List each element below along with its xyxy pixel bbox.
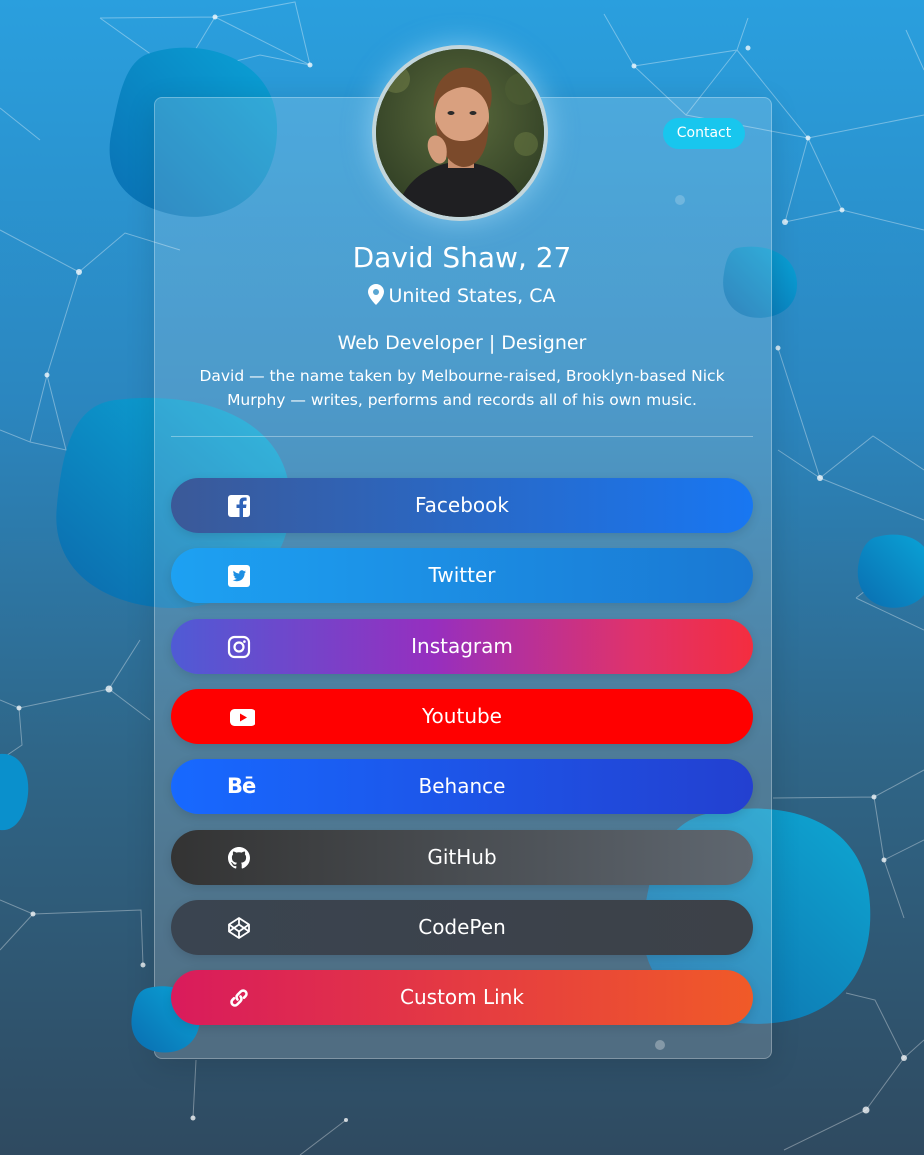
blob-right-middle — [857, 534, 924, 608]
profile-photo-icon — [376, 49, 544, 217]
github-icon — [228, 847, 250, 869]
facebook-link-button[interactable]: Facebook — [171, 478, 753, 533]
profile-avatar — [372, 45, 548, 221]
profile-role: Web Developer | Designer — [337, 332, 587, 354]
profile-location: United States, CA — [154, 283, 770, 309]
profile-name: David Shaw, 27 — [352, 241, 572, 274]
github-link-label: GitHub — [427, 845, 497, 869]
behance-link-label: Behance — [418, 774, 506, 798]
contact-button[interactable]: Contact — [663, 118, 745, 149]
map-pin-icon — [368, 284, 385, 305]
behance-icon: Bē — [227, 774, 256, 798]
profile-bio: David — the name taken by Melbourne-rais… — [199, 367, 725, 409]
behance-link-button[interactable]: Bē Behance — [171, 759, 753, 814]
location-text: United States, CA — [388, 285, 556, 307]
instagram-link-button[interactable]: Instagram — [171, 619, 753, 674]
custom-link-label: Custom Link — [400, 985, 524, 1009]
youtube-link-label: Youtube — [422, 704, 502, 728]
facebook-link-label: Facebook — [415, 493, 509, 517]
link-icon — [230, 989, 248, 1007]
twitter-link-button[interactable]: Twitter — [171, 548, 753, 603]
facebook-icon — [228, 495, 250, 517]
codepen-icon — [228, 917, 250, 939]
codepen-link-button[interactable]: CodePen — [171, 900, 753, 955]
codepen-link-label: CodePen — [418, 915, 506, 939]
twitter-icon — [228, 565, 250, 587]
blob-left-edge — [0, 753, 29, 831]
custom-link-button[interactable]: Custom Link — [171, 970, 753, 1025]
twitter-link-label: Twitter — [428, 563, 496, 587]
instagram-icon — [227, 635, 251, 659]
youtube-link-button[interactable]: Youtube — [171, 689, 753, 744]
github-link-button[interactable]: GitHub — [171, 830, 753, 885]
divider — [171, 436, 753, 437]
instagram-link-label: Instagram — [411, 634, 513, 658]
youtube-icon — [230, 709, 255, 726]
